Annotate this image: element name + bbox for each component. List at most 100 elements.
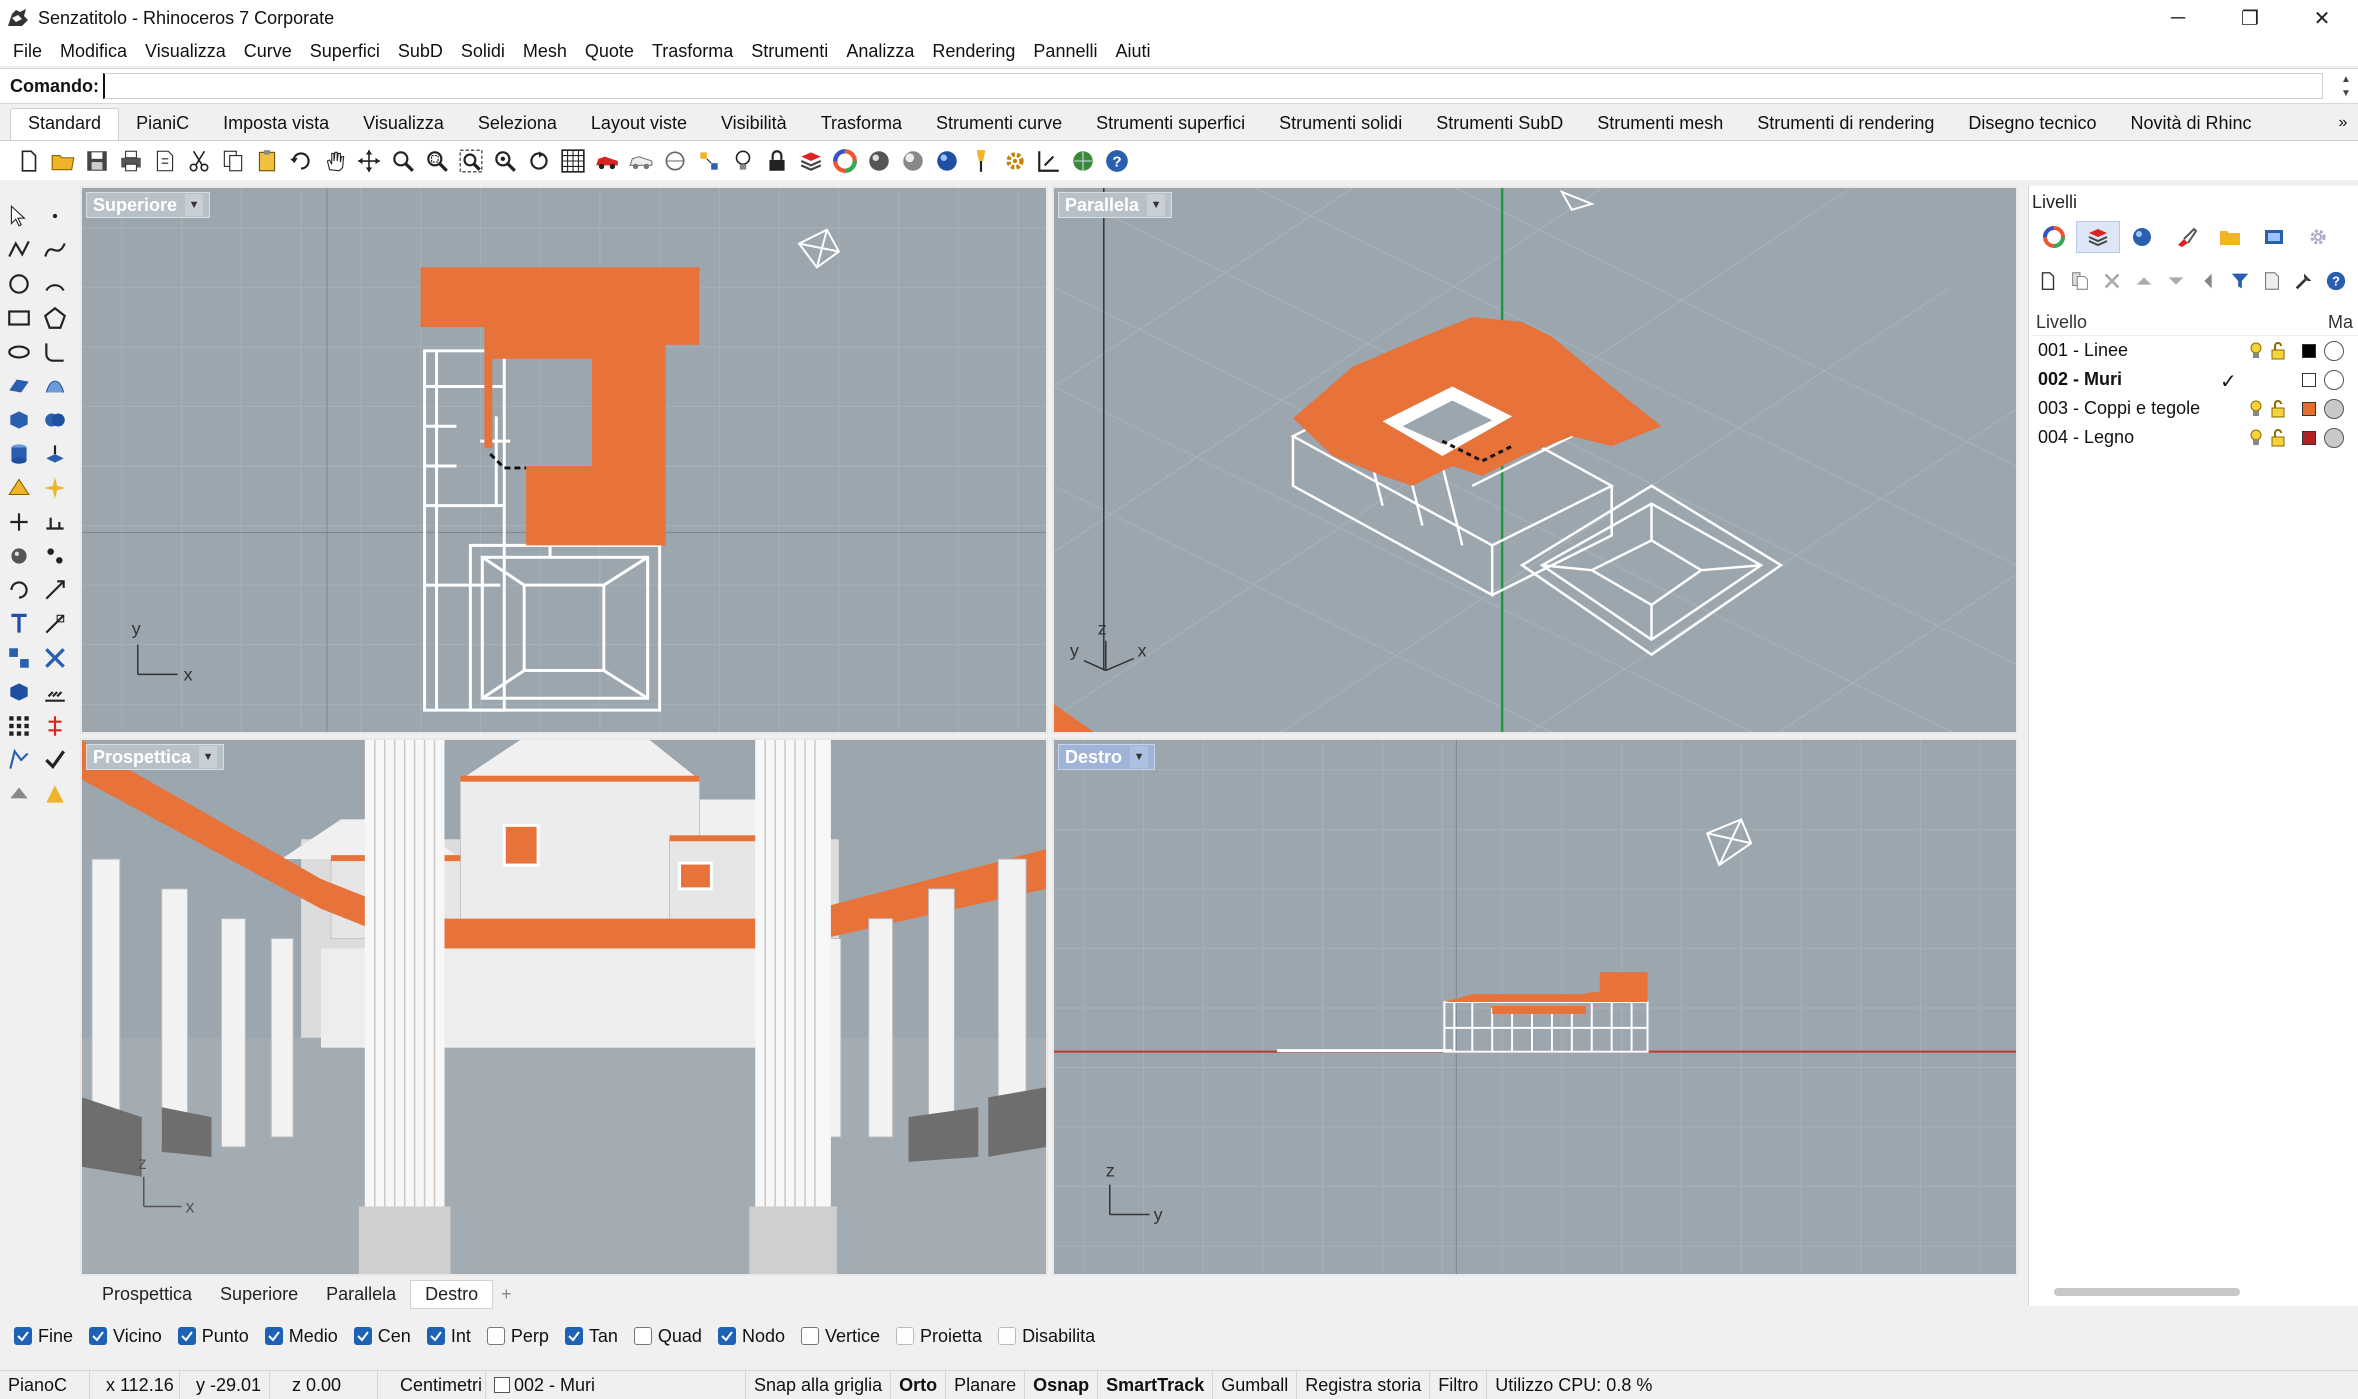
layer-lock-toggle[interactable] — [2270, 399, 2286, 419]
layer-row[interactable]: 004 - Legno — [2032, 423, 2358, 452]
layer-tools-button[interactable] — [2288, 266, 2320, 296]
new-file-button[interactable] — [14, 146, 44, 176]
array-tool[interactable] — [2, 710, 36, 742]
new-sublayer-button[interactable] — [2064, 266, 2096, 296]
toolbar-tab-strumenti-superfici[interactable]: Strumenti superfici — [1079, 109, 1262, 140]
layer-row[interactable]: 003 - Coppi e tegole — [2032, 394, 2358, 423]
viewport-label-prospettica[interactable]: Prospettica ▼ — [86, 744, 225, 770]
gear-options-button[interactable] — [1000, 146, 1030, 176]
osnap-vertice[interactable]: Vertice — [800, 1326, 880, 1347]
layer-row[interactable]: 001 - Linee — [2032, 336, 2358, 365]
layer-color-swatch[interactable] — [2302, 344, 2316, 358]
scale-tool[interactable] — [38, 574, 72, 606]
history-tool[interactable] — [38, 710, 72, 742]
save-button[interactable] — [82, 146, 112, 176]
display-tab[interactable] — [2164, 221, 2208, 253]
fillet-tool[interactable] — [38, 336, 72, 368]
layer-visible-toggle[interactable] — [2248, 341, 2264, 361]
render-globe-button[interactable] — [1068, 146, 1098, 176]
copy-button[interactable] — [218, 146, 248, 176]
sphere-grey-button[interactable] — [864, 146, 894, 176]
osnap-checkbox[interactable] — [717, 1327, 736, 1345]
status-smarttrack[interactable]: SmartTrack — [1098, 1370, 1214, 1399]
hatch-tool[interactable] — [38, 676, 72, 708]
layer-properties-button[interactable] — [2256, 266, 2288, 296]
menu-curve[interactable]: Curve — [235, 41, 301, 62]
maximize-button[interactable]: ❐ — [2214, 0, 2286, 36]
toolbar-tab-layout-viste[interactable]: Layout viste — [574, 109, 704, 140]
osnap-tan[interactable]: Tan — [564, 1326, 618, 1347]
osnap-checkbox[interactable] — [353, 1327, 372, 1345]
cylinder-tool[interactable] — [2, 438, 36, 470]
osnap-checkbox[interactable] — [998, 1327, 1017, 1345]
import-button[interactable] — [150, 146, 180, 176]
toolbar-tab-strumenti-subd[interactable]: Strumenti SubD — [1419, 109, 1580, 140]
osnap-checkbox[interactable] — [89, 1327, 108, 1345]
osnap-checkbox[interactable] — [486, 1327, 505, 1345]
undo-button[interactable] — [286, 146, 316, 176]
status-osnap[interactable]: Osnap — [1025, 1370, 1099, 1399]
curve-tool[interactable] — [38, 234, 72, 266]
toolbar-tab-trasforma[interactable]: Trasforma — [804, 109, 919, 140]
circle-tool[interactable] — [2, 268, 36, 300]
toolbar-tab-strumenti-solidi[interactable]: Strumenti solidi — [1262, 109, 1419, 140]
layer-name[interactable]: 001 - Linee — [2032, 340, 2232, 361]
status-layer[interactable]: 002 - Muri — [486, 1370, 746, 1399]
toolbar-tab-novit-di-rhinc[interactable]: Novità di Rhinc — [2113, 109, 2268, 140]
toolbar-tab-strumenti-mesh[interactable]: Strumenti mesh — [1580, 109, 1740, 140]
properties-tab[interactable] — [2032, 221, 2076, 253]
layer-material-swatch[interactable] — [2324, 399, 2344, 419]
minimize-button[interactable]: ─ — [2142, 0, 2214, 36]
render-tool[interactable] — [2, 540, 36, 572]
text-tool[interactable] — [2, 608, 36, 640]
chevron-down-icon[interactable]: ▼ — [185, 194, 204, 216]
command-input[interactable] — [103, 73, 2323, 99]
zoom-selected-button[interactable] — [490, 146, 520, 176]
osnap-checkbox[interactable] — [564, 1327, 583, 1345]
osnap-checkbox[interactable] — [177, 1327, 196, 1345]
checkmark-tool[interactable] — [38, 744, 72, 776]
osnap-cen[interactable]: Cen — [353, 1326, 411, 1347]
osnap-checkbox[interactable] — [426, 1327, 445, 1345]
sphere-blue-button[interactable] — [932, 146, 962, 176]
viewport-label-superiore[interactable]: Superiore ▼ — [86, 192, 211, 218]
toolbar-tab-pianic[interactable]: PianiC — [119, 109, 206, 140]
layer-lock-toggle[interactable] — [2270, 428, 2286, 448]
status-cplane[interactable]: PianoC — [0, 1370, 90, 1399]
toolbar-tab-visibilit-[interactable]: Visibilità — [704, 109, 804, 140]
layers-help-button[interactable]: ? — [2320, 266, 2352, 296]
chevron-down-icon[interactable]: ▼ — [199, 746, 218, 768]
pan-hand-button[interactable] — [320, 146, 350, 176]
viewport-destro[interactable]: Destro ▼ z y — [1052, 738, 2018, 1276]
move-layer-up-button[interactable] — [2128, 266, 2160, 296]
car-button[interactable] — [592, 146, 622, 176]
dimension-tool-tool[interactable] — [38, 608, 72, 640]
arc-tool[interactable] — [38, 268, 72, 300]
viewport-tab-destro[interactable]: Destro — [410, 1279, 494, 1309]
dimension-button[interactable] — [1034, 146, 1064, 176]
osnap-fine[interactable]: Fine — [14, 1326, 73, 1347]
analyze-tool[interactable] — [2, 744, 36, 776]
osnap-checkbox[interactable] — [264, 1327, 283, 1345]
solid-box-tool[interactable] — [2, 676, 36, 708]
cut-button[interactable] — [184, 146, 214, 176]
select-arrow-tool[interactable] — [2, 200, 36, 232]
files-tab[interactable] — [2208, 221, 2252, 253]
light-button[interactable] — [966, 146, 996, 176]
viewport-parallela[interactable]: Parallela ▼ z y x — [1052, 186, 2018, 734]
sphere-shaded-button[interactable] — [898, 146, 928, 176]
snap-button[interactable] — [694, 146, 724, 176]
menu-pannelli[interactable]: Pannelli — [1024, 41, 1106, 62]
layers-tab[interactable] — [2076, 221, 2120, 253]
print-button[interactable] — [116, 146, 146, 176]
move-tool[interactable] — [2, 506, 36, 538]
menu-strumenti[interactable]: Strumenti — [742, 41, 837, 62]
bulb-button[interactable] — [728, 146, 758, 176]
status-ortho[interactable]: Orto — [891, 1370, 947, 1399]
help-button[interactable]: ? — [1102, 146, 1132, 176]
layer-material-swatch[interactable] — [2324, 428, 2344, 448]
layer-name[interactable]: 003 - Coppi e tegole — [2032, 398, 2232, 419]
osnap-disabilita[interactable]: Disabilita — [998, 1326, 1095, 1347]
status-grid-snap[interactable]: Snap alla griglia — [746, 1370, 892, 1399]
layer-name[interactable]: 004 - Legno — [2032, 427, 2232, 448]
